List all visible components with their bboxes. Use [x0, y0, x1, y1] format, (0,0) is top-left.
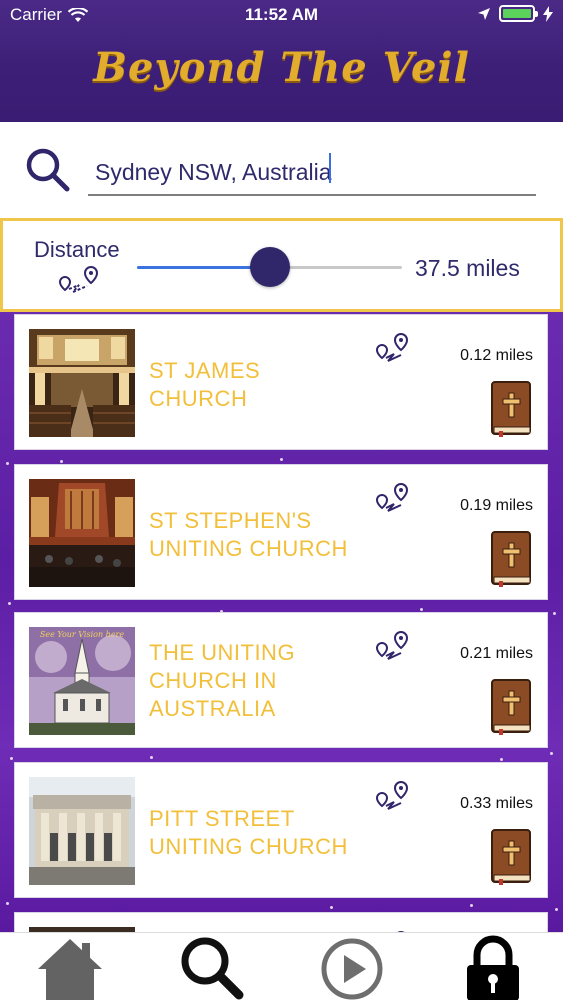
church-card[interactable]: ST JAMES CHURCH 0.12 miles [14, 314, 548, 450]
church-image [29, 777, 135, 885]
sparkle [10, 757, 13, 760]
search-icon[interactable] [24, 146, 72, 194]
charging-bolt-icon [543, 5, 553, 22]
sparkle [500, 758, 503, 761]
church-distance: 0.12 miles [460, 347, 533, 364]
play-icon [321, 938, 383, 1000]
church-image: See Your Vision here [29, 627, 135, 735]
bible-icon[interactable] [491, 679, 533, 735]
directions-icon[interactable] [375, 333, 411, 365]
sparkle [150, 756, 153, 759]
location-arrow-icon [478, 7, 490, 20]
tab-account[interactable] [423, 933, 563, 1000]
search-icon [181, 937, 244, 1000]
status-bar: Carrier 11:52 AM [0, 0, 563, 30]
church-distance: 0.21 miles [460, 645, 533, 662]
church-name: THE UNITING CHURCH IN AUSTRALIA [149, 640, 296, 721]
church-card[interactable]: ST STEPHEN'S UNITING CHURCH 0.19 miles [14, 464, 548, 600]
church-distance: 0.33 miles [460, 795, 533, 812]
directions-icon[interactable] [375, 631, 411, 663]
tab-search[interactable] [141, 933, 281, 1000]
church-distance: 0.19 miles [460, 497, 533, 514]
church-card[interactable]: PITT STREET UNITING CHURCH 0.33 miles [14, 762, 548, 898]
church-image-caption: See Your Vision here [40, 630, 124, 639]
sparkle [420, 608, 423, 611]
church-list[interactable]: ST JAMES CHURCH 0.12 miles ST STEPHEN'S … [0, 312, 563, 932]
text-caret [329, 153, 331, 183]
church-name: ST STEPHEN'S UNITING CHURCH [149, 508, 348, 561]
distance-slider-thumb[interactable] [249, 247, 290, 287]
tab-home[interactable] [0, 933, 140, 1000]
distance-filter: Distance 37.5 miles [0, 218, 563, 312]
distance-label: Distance [34, 237, 120, 262]
church-card[interactable] [14, 912, 548, 932]
battery-icon [499, 5, 538, 22]
sparkle [6, 462, 9, 465]
sparkle [60, 460, 63, 463]
app-logo: Beyond The Veil [93, 44, 470, 91]
distance-value: 37.5 miles [415, 255, 520, 281]
tab-media[interactable] [282, 933, 422, 1000]
church-name: PITT STREET UNITING CHURCH [149, 806, 348, 859]
sparkle [8, 602, 11, 605]
sparkle [555, 908, 558, 911]
church-name: ST JAMES CHURCH [149, 358, 261, 411]
sparkle [330, 906, 333, 909]
sparkle [280, 458, 283, 461]
church-image [29, 479, 135, 587]
sparkle [553, 612, 556, 615]
sparkle [550, 752, 553, 755]
bible-icon[interactable] [491, 381, 533, 437]
search-bar [0, 122, 563, 218]
church-card[interactable]: See Your Vision here THE UNITING CHURCH … [14, 612, 548, 748]
bible-icon[interactable] [491, 829, 533, 885]
bible-icon[interactable] [491, 531, 533, 587]
sparkle [6, 902, 9, 905]
sparkle [470, 904, 473, 907]
directions-icon[interactable] [375, 781, 411, 813]
directions-icon[interactable] [375, 483, 411, 515]
search-input[interactable] [88, 150, 536, 196]
church-image [29, 329, 135, 437]
distance-route-icon [58, 265, 99, 293]
app-header: Carrier 11:52 AM Beyond The Veil [0, 0, 563, 122]
tab-bar [0, 932, 563, 1000]
lock-icon [467, 935, 519, 1000]
home-icon [38, 939, 102, 1000]
